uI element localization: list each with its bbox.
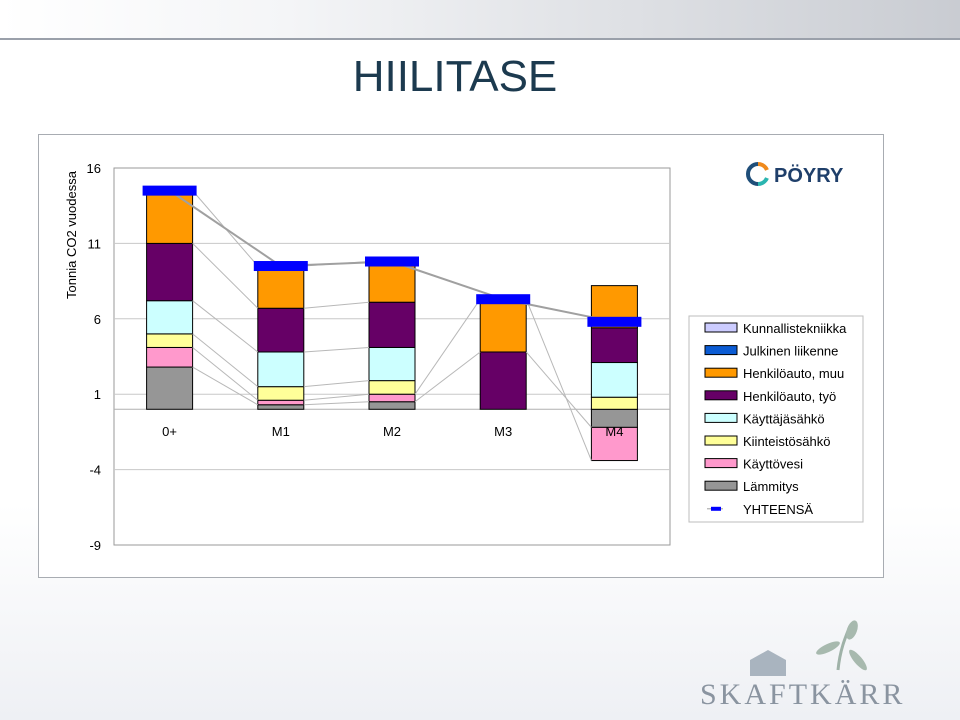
y-tick-label: -4: [89, 463, 101, 478]
legend-swatch: [704, 390, 738, 401]
bar-segment: [257, 386, 305, 401]
legend-label: Julkinen liikenne: [743, 344, 838, 359]
bar-segment: [590, 327, 638, 364]
legend-label: YHTEENSÄ: [743, 502, 813, 517]
legend-label: Käyttäjäsähkö: [743, 411, 825, 426]
y-axis-label: Tonnia CO2 vuodessa: [64, 170, 79, 299]
x-tick-label: M1: [272, 424, 290, 439]
bar-segment: [146, 346, 194, 368]
skaftkarr-logo: SKAFTKÄRR: [700, 620, 930, 716]
legend-swatch: [711, 506, 721, 511]
bar-segment: [368, 380, 416, 395]
legend-swatch: [704, 458, 738, 469]
bar-segment: [257, 404, 305, 410]
bar-segment: [368, 346, 416, 382]
y-tick-label: 6: [94, 312, 101, 327]
y-tick-label: 16: [87, 161, 101, 176]
bar-segment: [257, 399, 305, 406]
bar-segment: [368, 401, 416, 410]
bar-segment: [146, 300, 194, 335]
legend-swatch: [704, 480, 738, 491]
legend-swatch: [704, 367, 738, 378]
total-marker: [476, 294, 531, 305]
legend-swatch: [704, 322, 738, 333]
bar-segment: [146, 190, 194, 244]
skaftkarr-text: SKAFTKÄRR: [700, 678, 906, 711]
legend-label: Henkilöauto, muu: [743, 366, 844, 381]
poyry-logo-text: PÖYRY: [774, 164, 844, 187]
legend-swatch: [704, 412, 738, 423]
y-tick-label: -9: [89, 538, 101, 553]
bar-segment: [146, 242, 194, 302]
total-marker: [253, 261, 308, 272]
skaftkarr-house-leaf-icon: [750, 620, 867, 676]
total-marker: [142, 185, 197, 196]
bar-segment: [590, 396, 638, 410]
bar-segment: [590, 362, 638, 398]
legend-label: Kiinteistösähkö: [743, 434, 830, 449]
bar-segment: [257, 307, 305, 353]
y-tick-label: 1: [94, 387, 101, 402]
bar-segment: [479, 351, 527, 410]
bar-segment: [257, 351, 305, 388]
legend-swatch: [704, 435, 738, 446]
chart-svg: 16 11 6 1 -4 -9 Tonnia CO2 vuodessa 0+ M1 M2 M3 M4 K…: [64, 161, 864, 553]
bar-segment: [479, 298, 527, 353]
x-tick-label: 0+: [162, 424, 177, 439]
legend-label: Henkilöauto, työ: [743, 389, 836, 404]
total-marker: [365, 256, 419, 267]
bar-segment: [368, 393, 416, 403]
x-tick-label: M2: [383, 424, 401, 439]
legend-label: Kunnallistekniikka: [743, 321, 847, 336]
legend-label: Käyttövesi: [743, 457, 803, 472]
bar-segment: [368, 301, 416, 348]
legend-swatch: [704, 345, 738, 356]
x-tick-label: M3: [494, 424, 512, 439]
bar-segment: [146, 366, 194, 410]
y-tick-label: 11: [88, 236, 102, 251]
bar-segment: [257, 265, 305, 309]
poyry-logo: PÖYRY: [746, 162, 844, 187]
x-tick-label: M4: [605, 424, 623, 439]
legend-label: Lämmitys: [743, 479, 799, 494]
total-marker: [587, 316, 642, 327]
bar-segment: [146, 333, 194, 348]
